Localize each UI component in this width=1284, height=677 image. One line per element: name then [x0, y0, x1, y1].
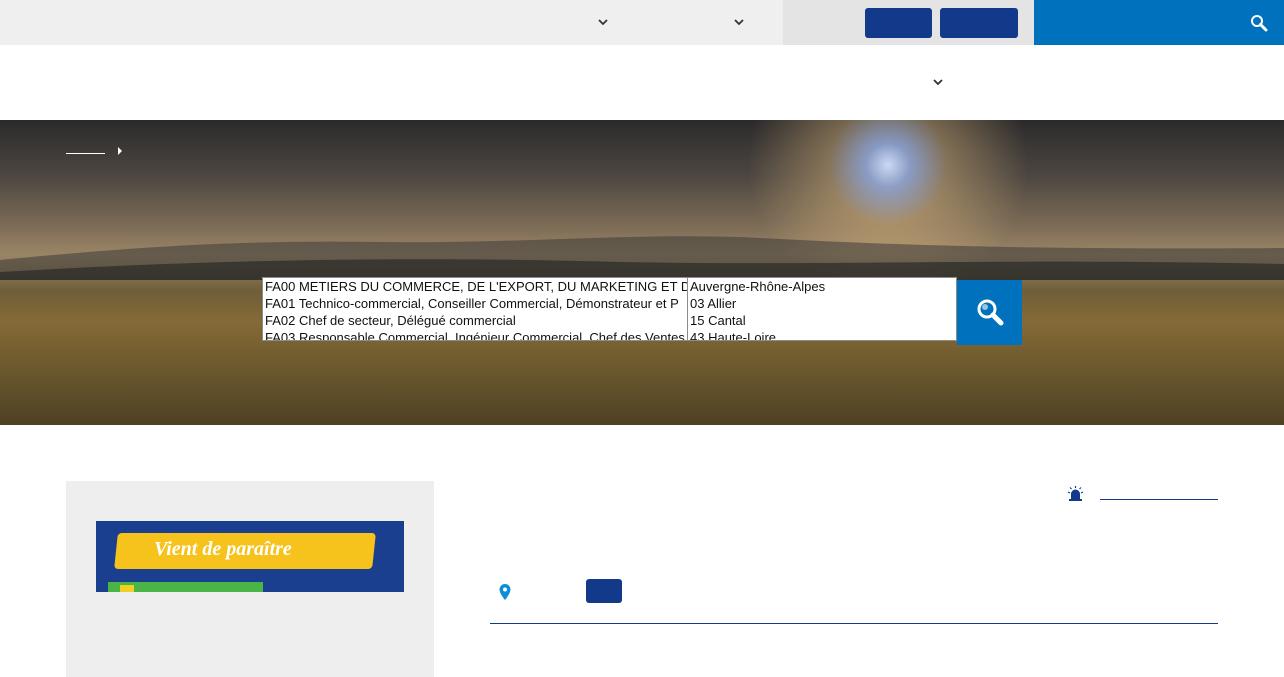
select-option[interactable]: Auvergne-Rhône-Alpes: [688, 278, 956, 295]
location-filter-button[interactable]: [586, 579, 622, 603]
chevron-down-icon[interactable]: [597, 16, 609, 28]
top-bar: [0, 0, 1284, 45]
login-button[interactable]: [865, 8, 932, 38]
magazine-cover-detail: [120, 585, 134, 592]
select-option[interactable]: FA01 Technico-commercial, Conseiller Com…: [263, 295, 688, 312]
register-button[interactable]: [940, 8, 1018, 38]
select-option[interactable]: FA02 Chef de secteur, Délégué commercial: [263, 312, 688, 329]
top-bar-menu-area: [0, 0, 783, 45]
location-pin-icon: [499, 584, 511, 600]
breadcrumb-home-link[interactable]: [66, 153, 105, 154]
region-select[interactable]: Auvergne-Rhône-Alpes 03 Allier 15 Cantal…: [687, 277, 957, 341]
search-submit-button[interactable]: [957, 280, 1022, 345]
search-icon: [977, 299, 1004, 326]
hero-landscape-image: [0, 236, 1284, 280]
select-option[interactable]: FA00 METIERS DU COMMERCE, DE L'EXPORT, D…: [263, 278, 688, 295]
hero-banner: [0, 120, 1284, 425]
top-bar-search-area: [1034, 0, 1284, 45]
promo-title: Vient de paraître: [154, 538, 292, 560]
select-option[interactable]: 03 Allier: [688, 295, 956, 312]
chevron-down-icon[interactable]: [932, 76, 944, 88]
select-option[interactable]: 43 Haute-Loire: [688, 329, 956, 340]
chevron-down-icon[interactable]: [733, 16, 745, 28]
caret-right-icon: [117, 143, 123, 155]
select-option[interactable]: 15 Cantal: [688, 312, 956, 329]
job-alert-link[interactable]: [1100, 499, 1218, 500]
search-icon[interactable]: [1250, 14, 1268, 32]
main-navigation: [0, 45, 1284, 120]
content-divider: [490, 623, 1218, 624]
alarm-icon[interactable]: [1067, 486, 1084, 501]
promo-banner[interactable]: Vient de paraître: [96, 521, 404, 592]
job-category-select[interactable]: FA00 METIERS DU COMMERCE, DE L'EXPORT, D…: [262, 277, 689, 341]
select-option[interactable]: FA03 Responsable Commercial, Ingénieur C…: [263, 329, 688, 340]
